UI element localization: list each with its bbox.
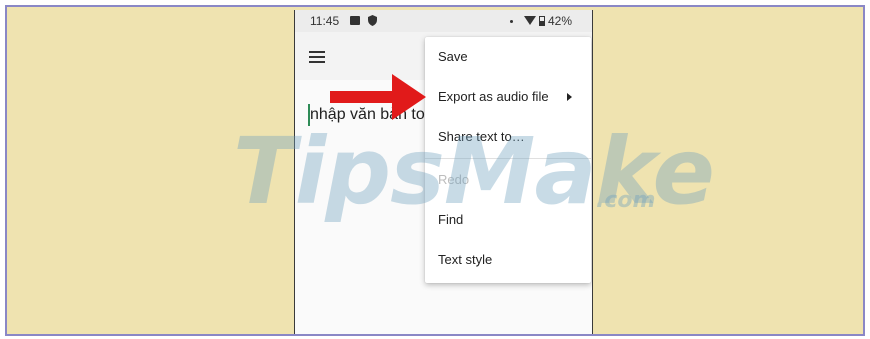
battery-icon xyxy=(539,16,545,26)
hamburger-menu-icon[interactable] xyxy=(309,51,325,63)
red-arrow-icon xyxy=(330,74,426,120)
overflow-menu: Save Export as audio file Share text to…… xyxy=(425,37,591,283)
notification-icon xyxy=(350,16,360,25)
wifi-icon xyxy=(524,16,536,25)
menu-item-share-text[interactable]: Share text to… xyxy=(425,117,591,157)
status-bar: 11:45 42% xyxy=(295,10,592,32)
menu-item-label: Find xyxy=(438,212,464,227)
status-time: 11:45 xyxy=(310,14,340,28)
menu-item-label: Redo xyxy=(438,172,470,187)
menu-item-label: Save xyxy=(438,49,468,64)
menu-item-save[interactable]: Save xyxy=(425,37,591,77)
menu-item-redo: Redo xyxy=(425,160,591,200)
menu-item-label: Text style xyxy=(438,252,493,267)
menu-item-find[interactable]: Find xyxy=(425,200,591,240)
menu-item-label: Export as audio file xyxy=(438,89,549,104)
battery-percent: 42% xyxy=(548,14,573,28)
menu-divider xyxy=(425,158,591,159)
menu-item-label: Share text to… xyxy=(438,129,525,144)
menu-item-export-audio[interactable]: Export as audio file xyxy=(425,77,591,117)
menu-item-text-style[interactable]: Text style xyxy=(425,240,591,280)
image-frame: 11:45 42% nhập văn bản to Save Export as… xyxy=(5,5,865,336)
submenu-arrow-icon xyxy=(567,93,572,101)
dot-icon xyxy=(510,20,513,23)
shield-icon xyxy=(368,15,377,26)
phone-screen: 11:45 42% nhập văn bản to Save Export as… xyxy=(294,10,593,334)
